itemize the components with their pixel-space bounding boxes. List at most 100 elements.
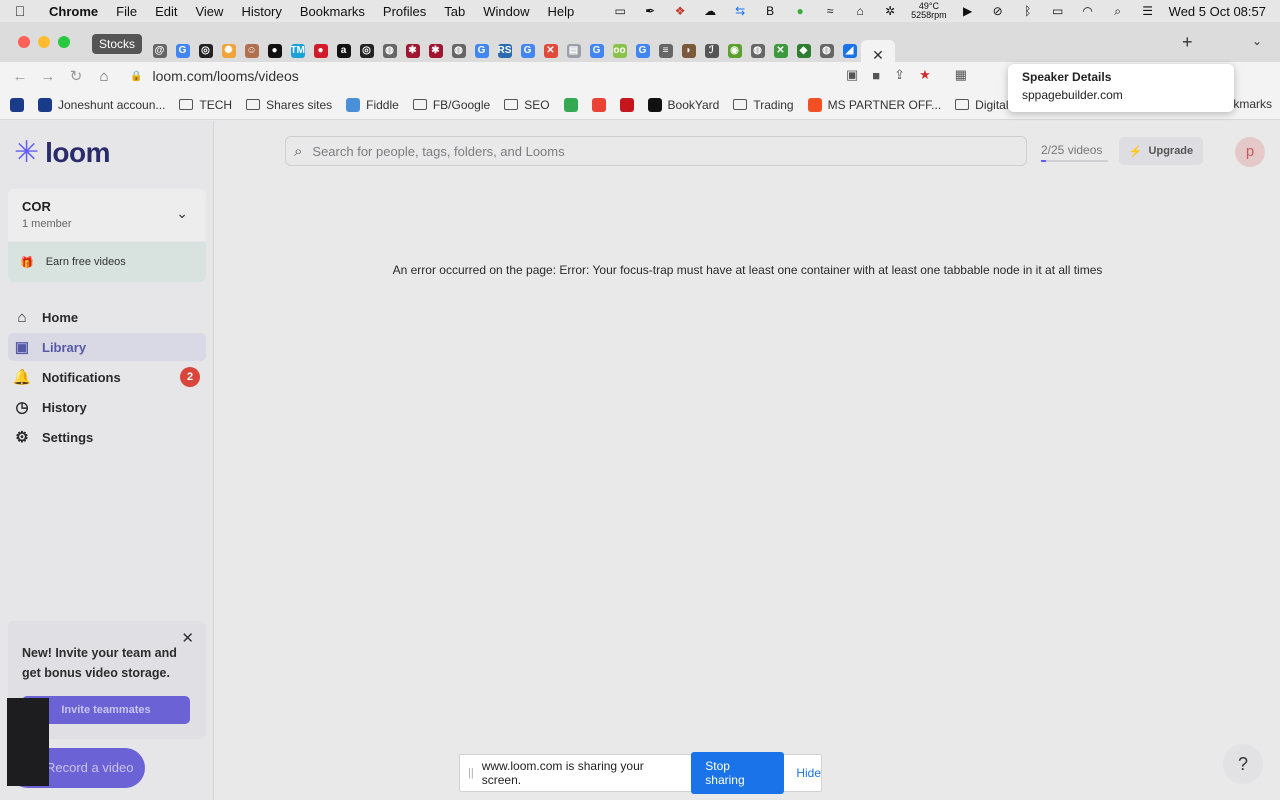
- pen-icon[interactable]: ✒: [641, 4, 659, 18]
- menu-profiles[interactable]: Profiles: [374, 4, 435, 19]
- tab-favicon[interactable]: ✕: [539, 40, 562, 62]
- tab-favicon[interactable]: ≡: [654, 40, 677, 62]
- control-center-icon[interactable]: ☰: [1139, 4, 1157, 18]
- fullscreen-window-button[interactable]: [58, 36, 70, 48]
- lock-icon[interactable]: 🔒: [130, 71, 142, 82]
- tab-favicon[interactable]: ◍: [447, 40, 470, 62]
- minimize-window-button[interactable]: [38, 36, 50, 48]
- tab-favicon[interactable]: G: [585, 40, 608, 62]
- tab-favicon[interactable]: ◎: [355, 40, 378, 62]
- address-bar[interactable]: loom.com/looms/videos: [152, 68, 298, 84]
- forward-button[interactable]: →: [34, 68, 62, 85]
- clock[interactable]: Wed 5 Oct 08:57: [1169, 4, 1266, 19]
- close-tab-icon[interactable]: ✕: [872, 47, 884, 64]
- tab-favicon[interactable]: ◉: [723, 40, 746, 62]
- bookmark-item[interactable]: [619, 97, 634, 112]
- tab-favicon[interactable]: ●: [263, 40, 286, 62]
- bank-icon[interactable]: ⌂: [851, 4, 869, 18]
- sidebar-item-notifications[interactable]: 🔔 Notifications 2: [8, 363, 206, 391]
- tab-favicon[interactable]: ◍: [746, 40, 769, 62]
- tab-favicon[interactable]: ✱: [401, 40, 424, 62]
- earn-free-videos-button[interactable]: 🎁 Earn free videos: [8, 242, 206, 282]
- bookmark-star-icon[interactable]: ★: [919, 67, 931, 83]
- tab-favicon[interactable]: ◢: [838, 40, 861, 62]
- dropbox-icon[interactable]: ❖: [671, 4, 689, 18]
- screen-icon[interactable]: ▭: [611, 4, 629, 18]
- menu-edit[interactable]: Edit: [146, 4, 186, 19]
- tab-search-chevron-icon[interactable]: ⌄: [1252, 34, 1262, 48]
- bookmark-folder[interactable]: SEO: [504, 98, 550, 112]
- tab-favicon[interactable]: G: [171, 40, 194, 62]
- share-icon[interactable]: ⇪: [894, 67, 905, 83]
- tab-favicon[interactable]: ◆: [792, 40, 815, 62]
- camera-icon[interactable]: ■: [872, 68, 880, 83]
- workspace-switcher[interactable]: COR 1 member ⌄: [8, 189, 206, 241]
- teamviewer-icon[interactable]: ⇆: [731, 4, 749, 18]
- bookmark-folder[interactable]: TECH: [179, 98, 232, 112]
- help-button[interactable]: ?: [1223, 744, 1263, 784]
- menu-file[interactable]: File: [107, 4, 146, 19]
- video-quota[interactable]: 2/25 videos: [1041, 143, 1102, 157]
- bookmark-item[interactable]: [591, 97, 606, 112]
- extension-icon[interactable]: ▦: [955, 67, 967, 83]
- bookmark-item[interactable]: [10, 97, 24, 112]
- stop-sharing-button[interactable]: Stop sharing: [691, 752, 785, 794]
- menu-history[interactable]: History: [232, 4, 290, 19]
- battery-icon[interactable]: ▭: [1049, 4, 1067, 18]
- bookmark-item[interactable]: [563, 97, 578, 112]
- hide-button[interactable]: Hide: [796, 766, 821, 780]
- sidebar-item-library[interactable]: ▣ Library: [8, 333, 206, 361]
- avatar[interactable]: p: [1235, 137, 1265, 167]
- bookmark-item[interactable]: MS PARTNER OFF...: [807, 97, 941, 112]
- menu-window[interactable]: Window: [474, 4, 538, 19]
- swirl-icon[interactable]: ≈: [821, 4, 839, 18]
- home-button[interactable]: ⌂: [90, 68, 118, 85]
- bookmark-folder[interactable]: Shares sites: [246, 98, 332, 112]
- loom-logo[interactable]: ✳ loom: [14, 137, 111, 169]
- cast-icon[interactable]: ▣: [846, 67, 858, 83]
- menu-help[interactable]: Help: [539, 4, 584, 19]
- all-bookmarks-label[interactable]: kmarks: [1233, 97, 1272, 111]
- tab-favicon[interactable]: TM: [286, 40, 309, 62]
- sidebar-item-settings[interactable]: ⚙ Settings: [8, 423, 206, 451]
- new-tab-button[interactable]: +: [1182, 32, 1193, 53]
- tab-favicon[interactable]: ◍: [815, 40, 838, 62]
- drag-handle-icon[interactable]: ||: [468, 767, 474, 779]
- mute-icon[interactable]: ⊘: [989, 4, 1007, 18]
- menu-view[interactable]: View: [186, 4, 232, 19]
- back-button[interactable]: ←: [6, 68, 34, 85]
- bookmark-folder[interactable]: Trading: [733, 98, 794, 112]
- tab-favicon[interactable]: ✺: [217, 40, 240, 62]
- tab-favicon[interactable]: RS: [493, 40, 516, 62]
- fan-icon[interactable]: ✲: [881, 4, 899, 18]
- wifi-icon[interactable]: ◠: [1079, 4, 1097, 18]
- green-app-icon[interactable]: ●: [791, 4, 809, 18]
- tab-favicon[interactable]: ◗: [677, 40, 700, 62]
- apple-icon[interactable]: : [0, 3, 40, 19]
- bluetooth-icon[interactable]: ᛒ: [1019, 4, 1037, 18]
- tab-favicon[interactable]: ●: [309, 40, 332, 62]
- menu-tab[interactable]: Tab: [435, 4, 474, 19]
- tab-favicon[interactable]: G: [470, 40, 493, 62]
- tab-favicon[interactable]: G: [516, 40, 539, 62]
- bookmark-item[interactable]: Joneshunt accoun...: [38, 97, 165, 112]
- tab-favicon[interactable]: @: [148, 40, 171, 62]
- play-icon[interactable]: ▶: [959, 4, 977, 18]
- search-input[interactable]: ⌕ Search for people, tags, folders, and …: [285, 136, 1027, 166]
- tab-favicon[interactable]: ℐ: [700, 40, 723, 62]
- tab-favicon[interactable]: ☺: [240, 40, 263, 62]
- bookmark-item[interactable]: Fiddle: [346, 97, 399, 112]
- sidebar-item-history[interactable]: ◷ History: [8, 393, 206, 421]
- tab-favicon[interactable]: ◍: [378, 40, 401, 62]
- tab-favicon[interactable]: ✕: [769, 40, 792, 62]
- tab-favicon[interactable]: ▤: [562, 40, 585, 62]
- bookmark-folder[interactable]: FB/Google: [412, 98, 490, 112]
- camera-bubble-overlay[interactable]: [7, 698, 49, 786]
- reload-button[interactable]: ↻: [62, 67, 90, 85]
- upgrade-button[interactable]: ⚡ Upgrade: [1119, 137, 1203, 165]
- bi-icon[interactable]: B: [761, 4, 779, 18]
- tab-favicon[interactable]: oo: [608, 40, 631, 62]
- tab-favicon[interactable]: ✱: [424, 40, 447, 62]
- menu-app-name[interactable]: Chrome: [40, 4, 107, 19]
- close-icon[interactable]: ✕: [181, 629, 194, 647]
